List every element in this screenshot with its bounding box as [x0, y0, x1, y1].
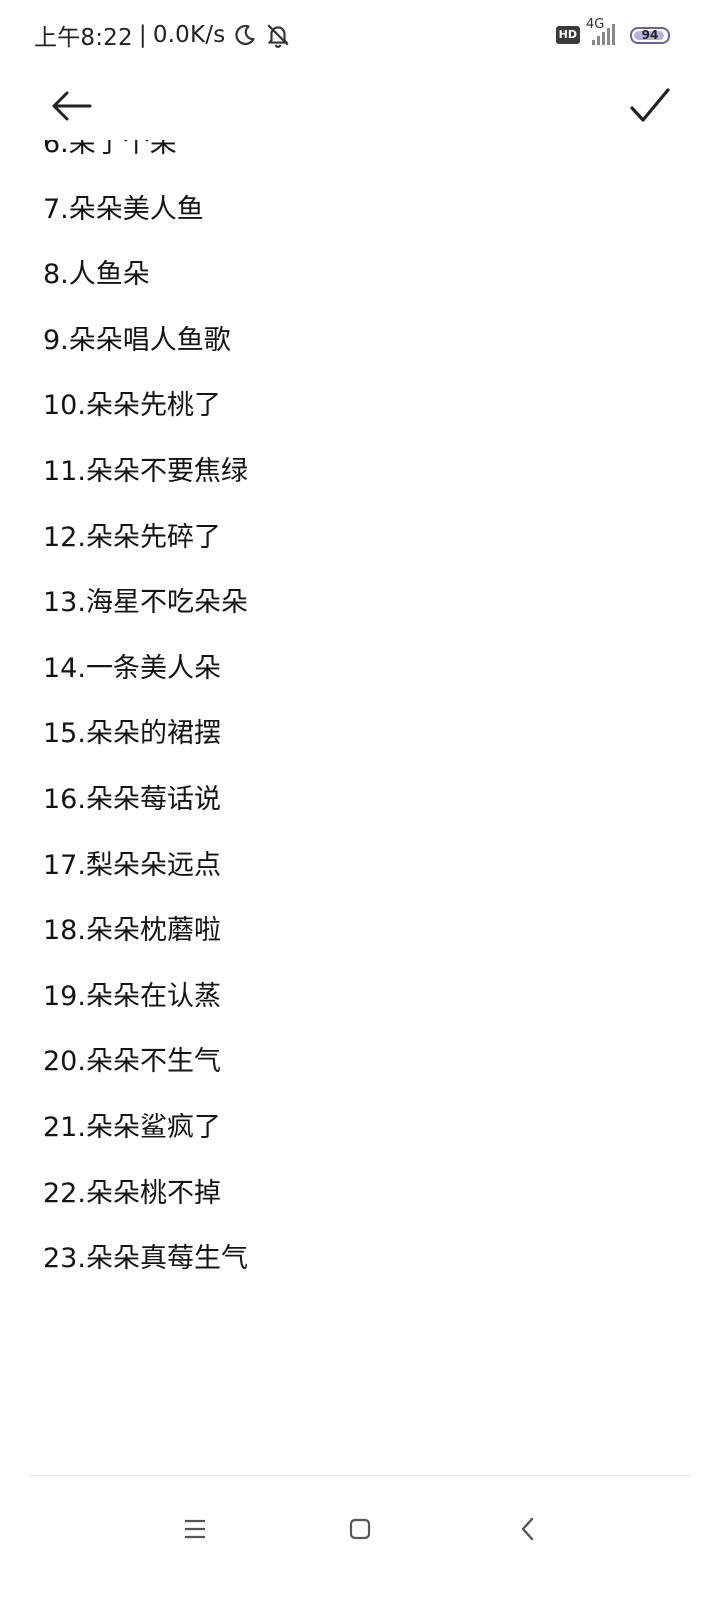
nav-back-button[interactable] [498, 1504, 558, 1554]
hd-badge: HD [555, 26, 580, 44]
signal-icon: 4G [586, 18, 616, 46]
status-time: 上午8:22 [34, 25, 133, 51]
status-bar: 上午8:22 | 0.0K/s HD 4G 94 [0, 0, 720, 70]
list-item: 19.朵朵在认蒸 [43, 980, 221, 1012]
text-content[interactable]: 6.呆了个呆 7.朵朵美人鱼 8.人鱼朵 9.朵朵唱人鱼歌 10.朵朵先桃了 11.朵朵不… [0, 140, 720, 1465]
network-type: 4G [586, 17, 605, 32]
list-item: 8.人鱼朵 [43, 259, 150, 291]
back-button[interactable] [44, 84, 100, 128]
home-square-icon [349, 1518, 371, 1540]
menu-icon [185, 1519, 205, 1539]
moon-icon [233, 23, 257, 47]
list-item: 13.海星不吃朵朵 [43, 587, 248, 619]
list-item: 10.朵朵先桃了 [43, 390, 221, 422]
battery-level: 94 [641, 28, 659, 42]
battery-icon: 94 [630, 26, 670, 44]
arrow-left-icon [52, 91, 92, 121]
list-item: 18.朵朵枕蘑啦 [43, 915, 221, 947]
list-item: 17.梨朵朵远点 [43, 849, 221, 881]
status-separator: | [138, 22, 147, 48]
menu-button[interactable] [165, 1504, 225, 1554]
list-item: 11.朵朵不要焦绿 [43, 456, 248, 487]
confirm-button[interactable] [622, 82, 678, 130]
list-item: 23.朵朵真莓生气 [43, 1243, 248, 1275]
toolbar [0, 70, 720, 140]
checkmark-icon [630, 88, 670, 122]
network-speed: 0.0K/s [152, 22, 226, 48]
list-item: 20.朵朵不生气 [43, 1046, 221, 1078]
list-item: 9.朵朵唱人鱼歌 [43, 324, 231, 356]
list-item: 21.朵朵鲨疯了 [43, 1112, 221, 1143]
status-left: 上午8:22 | 0.0K/s [34, 18, 291, 52]
bell-off-icon [265, 22, 291, 48]
list-item: 16.朵朵莓话说 [43, 784, 221, 815]
list-item: 14.一条美人朵 [43, 652, 221, 684]
list-item: 6.呆了个呆 [43, 140, 177, 159]
status-right: HD 4G 94 [555, 18, 670, 50]
list-item: 22.朵朵桃不掉 [43, 1177, 221, 1209]
home-button[interactable] [330, 1504, 390, 1554]
list-item: 12.朵朵先碎了 [43, 521, 221, 553]
list-item: 15.朵朵的裙摆 [43, 718, 221, 750]
navigation-bar [0, 1476, 720, 1600]
chevron-left-icon [521, 1517, 534, 1541]
list-item: 7.朵朵美人鱼 [43, 193, 204, 225]
